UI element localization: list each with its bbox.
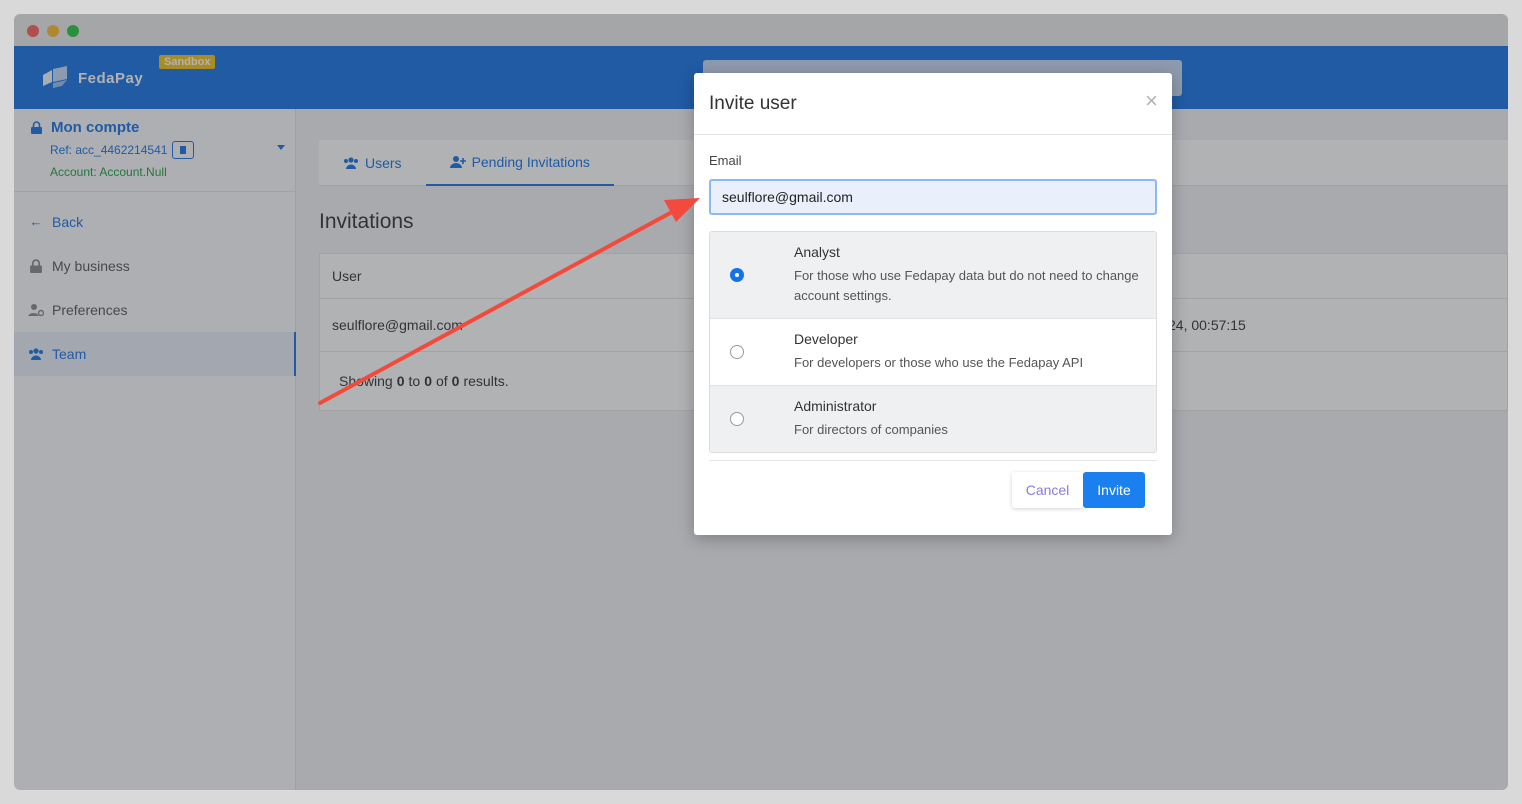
invite-button[interactable]: Invite: [1083, 472, 1145, 508]
browser-window: FedaPay Sandbox Mon compte Ref: acc_4462…: [14, 14, 1508, 790]
invite-user-modal: Invite user × Email Analyst For those wh…: [694, 73, 1172, 535]
modal-header: Invite user ×: [694, 73, 1172, 135]
role-radio-developer[interactable]: [730, 345, 744, 359]
role-name: Analyst: [794, 244, 840, 260]
cancel-button[interactable]: Cancel: [1012, 472, 1083, 508]
email-field[interactable]: [709, 179, 1157, 215]
role-name: Developer: [794, 331, 858, 347]
modal-title: Invite user: [709, 93, 797, 114]
role-radio-administrator[interactable]: [730, 412, 744, 426]
close-icon[interactable]: ×: [1145, 90, 1158, 112]
role-option-analyst[interactable]: Analyst For those who use Fedapay data b…: [710, 232, 1156, 319]
role-description: For those who use Fedapay data but do no…: [794, 268, 1139, 303]
role-description: For directors of companies: [794, 422, 948, 437]
role-text: Administrator For directors of companies: [794, 386, 964, 452]
modal-footer-divider: [709, 460, 1157, 461]
role-description: For developers or those who use the Feda…: [794, 355, 1084, 370]
role-text: Analyst For those who use Fedapay data b…: [794, 232, 1156, 318]
role-option-developer[interactable]: Developer For developers or those who us…: [710, 319, 1156, 386]
role-text: Developer For developers or those who us…: [794, 319, 1099, 385]
email-label: Email: [709, 153, 742, 168]
role-name: Administrator: [794, 398, 877, 414]
role-option-administrator[interactable]: Administrator For directors of companies: [710, 386, 1156, 452]
role-radio-analyst[interactable]: [730, 268, 744, 282]
role-options: Analyst For those who use Fedapay data b…: [709, 231, 1157, 453]
